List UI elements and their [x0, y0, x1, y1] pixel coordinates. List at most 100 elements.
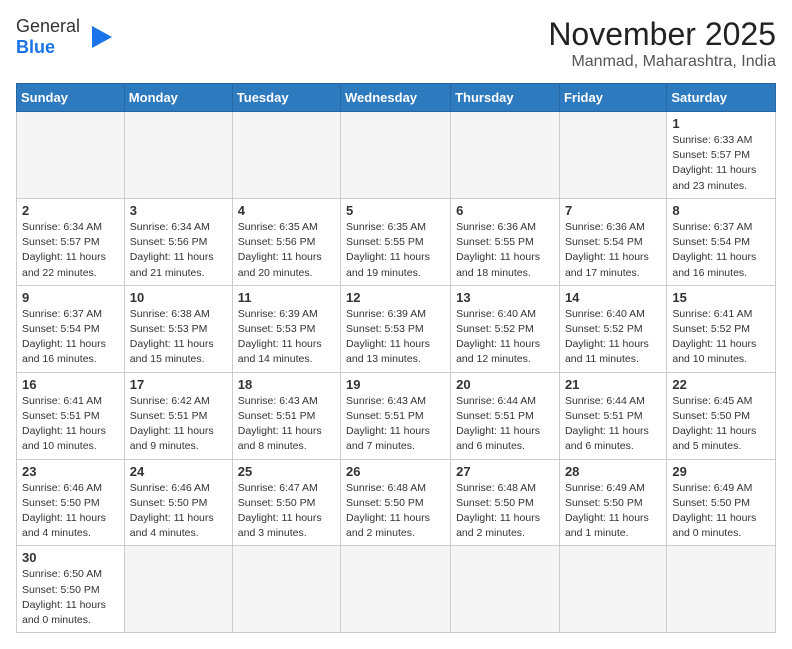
title-block: November 2025 Manmad, Maharashtra, India [548, 16, 776, 71]
month-title: November 2025 [548, 16, 776, 53]
weekday-header-monday: Monday [124, 84, 232, 112]
calendar-cell: 8 Sunrise: 6:37 AMSunset: 5:54 PMDaylight… [667, 198, 776, 285]
calendar-cell: 25 Sunrise: 6:47 AMSunset: 5:50 PMDayligh… [232, 459, 340, 546]
calendar-cell: 3 Sunrise: 6:34 AMSunset: 5:56 PMDaylight… [124, 198, 232, 285]
cell-content: Sunrise: 6:41 AMSunset: 5:52 PMDaylight:… [672, 307, 770, 368]
weekday-header-row: SundayMondayTuesdayWednesdayThursdayFrid… [17, 84, 776, 112]
day-number: 24 [130, 464, 227, 479]
calendar-cell: 30 Sunrise: 6:50 AMSunset: 5:50 PMDayligh… [17, 546, 125, 633]
day-number: 8 [672, 203, 770, 218]
weekday-header-sunday: Sunday [17, 84, 125, 112]
calendar-row-0: 1Sunrise: 6:33 AMSunset: 5:57 PMDaylight… [17, 112, 776, 199]
day-number: 16 [22, 377, 119, 392]
day-number: 14 [565, 290, 661, 305]
cell-content: Sunrise: 6:34 AMSunset: 5:56 PMDaylight:… [130, 220, 227, 281]
calendar-cell: 21Sunrise: 6:44 AMSunset: 5:51 PMDayligh… [559, 372, 666, 459]
cell-content: Sunrise: 6:37 AMSunset: 5:54 PMDaylight:… [22, 307, 119, 368]
cell-content: Sunrise: 6:48 AMSunset: 5:50 PMDaylight:… [346, 481, 445, 542]
calendar-cell [341, 112, 451, 199]
day-number: 29 [672, 464, 770, 479]
calendar-cell: 9 Sunrise: 6:37 AMSunset: 5:54 PMDaylight… [17, 285, 125, 372]
calendar-cell [124, 546, 232, 633]
cell-content: Sunrise: 6:49 AMSunset: 5:50 PMDaylight:… [672, 481, 770, 542]
calendar-row-2: 9 Sunrise: 6:37 AMSunset: 5:54 PMDaylight… [17, 285, 776, 372]
logo-blue: Blue [16, 37, 55, 57]
logo-text: General Blue [16, 16, 80, 58]
calendar-cell [17, 112, 125, 199]
calendar-cell: 1Sunrise: 6:33 AMSunset: 5:57 PMDaylight… [667, 112, 776, 199]
calendar-row-5: 30 Sunrise: 6:50 AMSunset: 5:50 PMDayligh… [17, 546, 776, 633]
day-number: 25 [238, 464, 335, 479]
cell-content: Sunrise: 6:44 AMSunset: 5:51 PMDaylight:… [565, 394, 661, 455]
calendar-cell: 10Sunrise: 6:38 AMSunset: 5:53 PMDayligh… [124, 285, 232, 372]
calendar-cell: 16Sunrise: 6:41 AMSunset: 5:51 PMDayligh… [17, 372, 125, 459]
cell-content: Sunrise: 6:42 AMSunset: 5:51 PMDaylight:… [130, 394, 227, 455]
calendar-row-3: 16Sunrise: 6:41 AMSunset: 5:51 PMDayligh… [17, 372, 776, 459]
calendar-cell [341, 546, 451, 633]
cell-content: Sunrise: 6:44 AMSunset: 5:51 PMDaylight:… [456, 394, 554, 455]
cell-content: Sunrise: 6:40 AMSunset: 5:52 PMDaylight:… [565, 307, 661, 368]
cell-content: Sunrise: 6:33 AMSunset: 5:57 PMDaylight:… [672, 133, 770, 194]
day-number: 17 [130, 377, 227, 392]
cell-content: Sunrise: 6:46 AMSunset: 5:50 PMDaylight:… [22, 481, 119, 542]
logo-container: General Blue [16, 16, 114, 58]
day-number: 27 [456, 464, 554, 479]
calendar-cell: 7Sunrise: 6:36 AMSunset: 5:54 PMDaylight… [559, 198, 666, 285]
calendar-cell: 28Sunrise: 6:49 AMSunset: 5:50 PMDayligh… [559, 459, 666, 546]
cell-content: Sunrise: 6:40 AMSunset: 5:52 PMDaylight:… [456, 307, 554, 368]
day-number: 22 [672, 377, 770, 392]
calendar-cell: 13Sunrise: 6:40 AMSunset: 5:52 PMDayligh… [451, 285, 560, 372]
cell-content: Sunrise: 6:36 AMSunset: 5:54 PMDaylight:… [565, 220, 661, 281]
day-number: 9 [22, 290, 119, 305]
day-number: 18 [238, 377, 335, 392]
cell-content: Sunrise: 6:39 AMSunset: 5:53 PMDaylight:… [238, 307, 335, 368]
calendar-table: SundayMondayTuesdayWednesdayThursdayFrid… [16, 83, 776, 633]
cell-content: Sunrise: 6:37 AMSunset: 5:54 PMDaylight:… [672, 220, 770, 281]
calendar-cell: 11 Sunrise: 6:39 AMSunset: 5:53 PMDayligh… [232, 285, 340, 372]
calendar-cell: 19 Sunrise: 6:43 AMSunset: 5:51 PMDayligh… [341, 372, 451, 459]
calendar-row-4: 23 Sunrise: 6:46 AMSunset: 5:50 PMDayligh… [17, 459, 776, 546]
day-number: 4 [238, 203, 335, 218]
day-number: 11 [238, 290, 335, 305]
location-title: Manmad, Maharashtra, India [548, 53, 776, 71]
calendar-cell: 15 Sunrise: 6:41 AMSunset: 5:52 PMDayligh… [667, 285, 776, 372]
day-number: 10 [130, 290, 227, 305]
header: General Blue November 2025 Manmad, Mahar… [16, 16, 776, 71]
cell-content: Sunrise: 6:39 AMSunset: 5:53 PMDaylight:… [346, 307, 445, 368]
calendar-cell: 20Sunrise: 6:44 AMSunset: 5:51 PMDayligh… [451, 372, 560, 459]
cell-content: Sunrise: 6:47 AMSunset: 5:50 PMDaylight:… [238, 481, 335, 542]
calendar-cell: 23 Sunrise: 6:46 AMSunset: 5:50 PMDayligh… [17, 459, 125, 546]
cell-content: Sunrise: 6:35 AMSunset: 5:56 PMDaylight:… [238, 220, 335, 281]
calendar-cell: 24Sunrise: 6:46 AMSunset: 5:50 PMDayligh… [124, 459, 232, 546]
cell-content: Sunrise: 6:45 AMSunset: 5:50 PMDaylight:… [672, 394, 770, 455]
cell-content: Sunrise: 6:50 AMSunset: 5:50 PMDaylight:… [22, 567, 119, 628]
logo-general: General [16, 16, 80, 36]
day-number: 5 [346, 203, 445, 218]
cell-content: Sunrise: 6:48 AMSunset: 5:50 PMDaylight:… [456, 481, 554, 542]
logo: General Blue [16, 16, 114, 58]
calendar-cell [232, 112, 340, 199]
calendar-row-1: 2Sunrise: 6:34 AMSunset: 5:57 PMDaylight… [17, 198, 776, 285]
calendar-cell [559, 112, 666, 199]
calendar-cell: 4 Sunrise: 6:35 AMSunset: 5:56 PMDaylight… [232, 198, 340, 285]
weekday-header-thursday: Thursday [451, 84, 560, 112]
calendar-cell: 26Sunrise: 6:48 AMSunset: 5:50 PMDayligh… [341, 459, 451, 546]
cell-content: Sunrise: 6:36 AMSunset: 5:55 PMDaylight:… [456, 220, 554, 281]
day-number: 30 [22, 550, 119, 565]
day-number: 6 [456, 203, 554, 218]
weekday-header-tuesday: Tuesday [232, 84, 340, 112]
calendar-cell [451, 112, 560, 199]
calendar-cell [559, 546, 666, 633]
calendar-cell: 5Sunrise: 6:35 AMSunset: 5:55 PMDaylight… [341, 198, 451, 285]
day-number: 19 [346, 377, 445, 392]
day-number: 15 [672, 290, 770, 305]
calendar-cell: 22 Sunrise: 6:45 AMSunset: 5:50 PMDayligh… [667, 372, 776, 459]
cell-content: Sunrise: 6:43 AMSunset: 5:51 PMDaylight:… [346, 394, 445, 455]
day-number: 23 [22, 464, 119, 479]
calendar-cell: 12 Sunrise: 6:39 AMSunset: 5:53 PMDayligh… [341, 285, 451, 372]
day-number: 12 [346, 290, 445, 305]
calendar-cell: 17 Sunrise: 6:42 AMSunset: 5:51 PMDayligh… [124, 372, 232, 459]
day-number: 3 [130, 203, 227, 218]
weekday-header-saturday: Saturday [667, 84, 776, 112]
day-number: 28 [565, 464, 661, 479]
